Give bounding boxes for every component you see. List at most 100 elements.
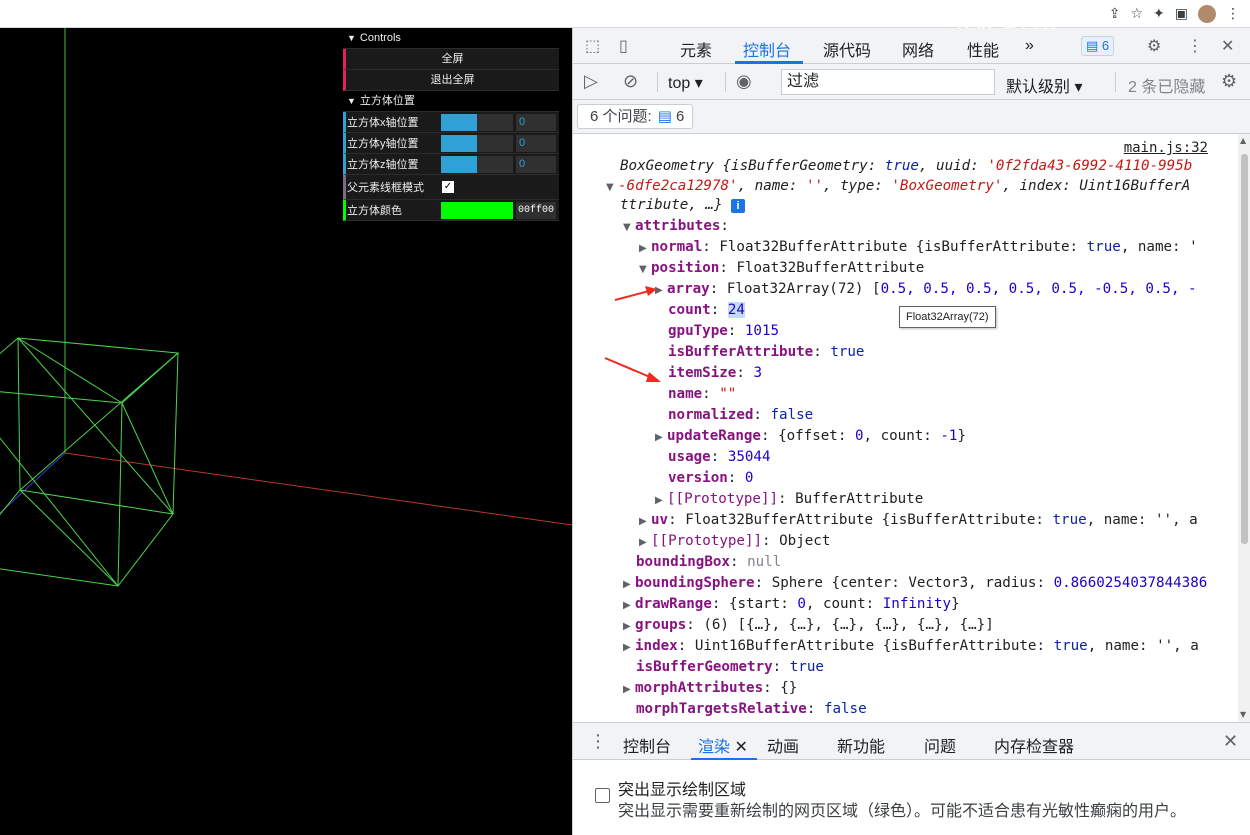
collapsed-triangle-icon[interactable]: ▶ <box>639 532 651 553</box>
source-link[interactable]: main.js:32 <box>1124 140 1208 156</box>
chevron-down-icon: ▼ <box>347 33 356 43</box>
collapsed-triangle-icon[interactable]: ▶ <box>655 490 667 511</box>
slider-fill <box>441 113 477 131</box>
position-y-slider[interactable] <box>441 134 513 152</box>
gear-icon[interactable]: ⚙ <box>1221 71 1237 92</box>
tab-performance[interactable]: 性能 <box>967 37 999 61</box>
drawer-tab-rendering-label: 渲染 <box>698 739 731 756</box>
axis-x-line <box>64 452 572 526</box>
exit-fullscreen-button[interactable]: 退出全屏 <box>343 70 559 91</box>
gui-row-y: 立方体y轴位置 0 <box>343 133 559 154</box>
inspect-icon[interactable]: ⬚ <box>585 36 600 55</box>
prop-prototype-bufferattribute[interactable]: ▶ [[Prototype]]: BufferAttribute <box>655 489 923 510</box>
close-icon[interactable]: ✕ <box>734 739 747 756</box>
extension-icon[interactable]: ✦ <box>1153 6 1165 22</box>
eye-icon[interactable]: ◉ <box>736 71 752 92</box>
scrollbar-thumb[interactable] <box>1241 154 1248 544</box>
collapsed-triangle-icon[interactable]: ▶ <box>639 238 651 259</box>
expanded-triangle-icon[interactable]: ▼ <box>639 259 651 280</box>
prop-isbufferattribute: isBufferAttribute: true <box>668 344 865 360</box>
avatar[interactable] <box>1198 5 1216 23</box>
log-line-2[interactable]: ▼ -6dfe2ca12978', name: '', type: 'BoxGeo… <box>606 176 1190 197</box>
hidden-count: 2 条已隐藏 <box>1128 79 1206 96</box>
position-x-input[interactable]: 0 <box>516 113 556 131</box>
issues-pill[interactable]: 6 个问题: ▤ 6 <box>577 104 694 129</box>
window-icon[interactable]: ▣ <box>1175 6 1188 22</box>
collapsed-triangle-icon[interactable]: ▶ <box>623 679 635 700</box>
context-selector[interactable]: top ▾ <box>668 73 703 93</box>
more-tabs-icon[interactable]: » <box>1025 37 1034 55</box>
gear-icon[interactable]: ⚙ <box>1147 36 1161 55</box>
prop-index[interactable]: ▶ index: Uint16BufferAttribute {isBufferA… <box>623 636 1199 657</box>
gui-controls-title[interactable]: ▼ Controls <box>343 28 559 49</box>
gui-row-z: 立方体z轴位置 0 <box>343 154 559 175</box>
sidebar-toggle-icon[interactable]: ▷ <box>584 71 598 92</box>
collapsed-triangle-icon[interactable]: ▶ <box>623 616 635 637</box>
star-icon[interactable]: ☆ <box>1130 6 1143 22</box>
dat-gui-panel: ▼ Controls 全屏 退出全屏 ▼ 立方体位置 立方体x轴位置 0 立方体y轴… <box>343 28 559 221</box>
paint-flashing-checkbox[interactable] <box>595 788 610 803</box>
prop-position[interactable]: ▼ position: Float32BufferAttribute <box>639 258 924 279</box>
tab-sources[interactable]: 源代码 <box>823 37 871 61</box>
collapsed-triangle-icon[interactable]: ▶ <box>655 427 667 448</box>
clear-console-icon[interactable]: ⊘ <box>623 71 638 92</box>
position-y-input[interactable]: 0 <box>516 134 556 152</box>
prop-normal[interactable]: ▶ normal: Float32BufferAttribute {isBuffe… <box>639 237 1198 258</box>
drawer-tab-rendering[interactable]: 渲染 ✕ <box>698 733 748 757</box>
scroll-down-icon[interactable]: ▼ <box>1240 710 1246 719</box>
drawer-tab-console[interactable]: 控制台 <box>623 733 671 757</box>
prop-isbuffergeometry: isBufferGeometry: true <box>636 659 824 675</box>
devtools-tab-bar: ⬚ ▯ 元素 控制台 源代码 网络 性能 » ▤ 6 ⚙ ⋮ ✕ <box>573 28 1250 64</box>
position-x-slider[interactable] <box>441 113 513 131</box>
slider-fill <box>441 134 477 152</box>
prop-drawrange[interactable]: ▶ drawRange: {start: 0, count: Infinity} <box>623 594 960 615</box>
prop-morphattributes[interactable]: ▶ morphAttributes: {} <box>623 678 797 699</box>
log-line-1: BoxGeometry {isBufferGeometry: true, uui… <box>620 158 1193 174</box>
menu-icon[interactable]: ⋮ <box>1226 6 1240 22</box>
wireframe-checkbox[interactable]: ✓ <box>442 181 454 193</box>
info-icon[interactable]: i <box>731 199 746 213</box>
drawer-tab-memory-inspector[interactable]: 内存检查器 <box>994 733 1074 757</box>
collapsed-triangle-icon[interactable]: ▶ <box>639 511 651 532</box>
collapsed-triangle-icon[interactable]: ▶ <box>623 637 635 658</box>
color-hex-input[interactable]: 00ff00 <box>516 201 556 219</box>
console-scrollbar[interactable]: ▲ ▼ <box>1238 134 1250 722</box>
expanded-triangle-icon[interactable]: ▼ <box>606 177 618 198</box>
collapsed-triangle-icon[interactable]: ▶ <box>623 595 635 616</box>
log-level-dropdown[interactable]: 默认级别 ▾ <box>1006 73 1083 97</box>
share-icon[interactable]: ⇪ <box>1109 6 1121 22</box>
prop-attributes[interactable]: ▼ attributes: <box>623 216 729 237</box>
prop-uv[interactable]: ▶ uv: Float32BufferAttribute {isBufferAtt… <box>639 510 1198 531</box>
drawer-tab-issues[interactable]: 问题 <box>924 733 956 757</box>
tab-elements[interactable]: 元素 <box>680 37 712 61</box>
drawer-tab-animations[interactable]: 动画 <box>767 733 799 757</box>
prop-prototype-object[interactable]: ▶ [[Prototype]]: Object <box>639 531 830 552</box>
drawer-menu-icon[interactable]: ⋮ <box>589 731 607 752</box>
kebab-menu-icon[interactable]: ⋮ <box>1187 36 1203 55</box>
gui-folder-position[interactable]: ▼ 立方体位置 <box>343 91 559 112</box>
position-z-input[interactable]: 0 <box>516 155 556 173</box>
prop-normalized: normalized: false <box>668 407 814 423</box>
close-icon[interactable]: ✕ <box>1221 36 1234 55</box>
drawer-tab-bar: ⋮ 控制台 渲染 ✕ 动画 新功能 问题 内存检查器 ✕ <box>573 722 1250 761</box>
position-z-slider[interactable] <box>441 155 513 173</box>
collapsed-triangle-icon[interactable]: ▶ <box>623 574 635 595</box>
prop-morphtargetsrelative: morphTargetsRelative: false <box>636 701 867 717</box>
filter-input[interactable]: 过滤 <box>781 69 995 95</box>
color-swatch[interactable] <box>441 201 513 219</box>
device-toggle-icon[interactable]: ▯ <box>619 36 628 55</box>
log-line-3: ttribute, …} i <box>620 195 746 216</box>
expanded-triangle-icon[interactable]: ▼ <box>623 217 635 238</box>
fullscreen-button[interactable]: 全屏 <box>343 49 559 70</box>
prop-groups[interactable]: ▶ groups: (6) [{…}, {…}, {…}, {…}, {…}, {… <box>623 615 994 636</box>
issues-badge[interactable]: ▤ 6 <box>1081 36 1115 56</box>
prop-boundingsphere[interactable]: ▶ boundingSphere: Sphere {center: Vector3… <box>623 573 1207 594</box>
tab-network[interactable]: 网络 <box>902 37 934 61</box>
prop-array[interactable]: ▶ array: Float32Array(72) [0.5, 0.5, 0.5,… <box>655 279 1197 300</box>
prop-updaterange[interactable]: ▶ updateRange: {offset: 0, count: -1} <box>655 426 966 447</box>
close-icon[interactable]: ✕ <box>1223 731 1238 752</box>
drawer-tab-whats-new[interactable]: 新功能 <box>837 733 885 757</box>
scroll-up-icon[interactable]: ▲ <box>1240 136 1246 145</box>
paint-flashing-desc: 突出显示需要重新绘制的网页区域（绿色）。可能不适合患有光敏性癫痫的用户。 <box>618 803 1187 820</box>
tab-console[interactable]: 控制台 <box>743 37 791 61</box>
